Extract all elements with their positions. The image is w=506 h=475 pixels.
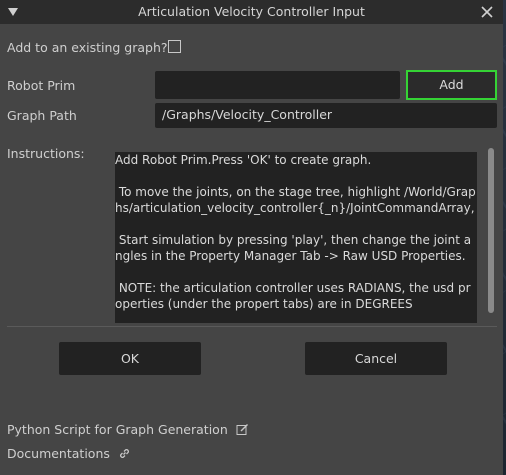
- documentations-label: Documentations: [7, 446, 110, 461]
- robot-prim-input[interactable]: [155, 71, 400, 99]
- link-icon[interactable]: [118, 447, 131, 460]
- graph-path-label: Graph Path: [7, 108, 77, 123]
- title-bar[interactable]: Articulation Velocity Controller Input: [0, 0, 503, 24]
- scrollbar-thumb[interactable]: [488, 148, 494, 313]
- ok-button[interactable]: OK: [59, 342, 201, 375]
- instructions-label: Instructions:: [7, 146, 85, 161]
- add-existing-checkbox[interactable]: [168, 40, 181, 53]
- add-button[interactable]: Add: [406, 70, 497, 100]
- python-script-link[interactable]: Python Script for Graph Generation: [7, 422, 249, 437]
- close-icon[interactable]: [479, 4, 495, 20]
- instructions-text: Add Robot Prim.Press 'OK' to create grap…: [115, 153, 476, 311]
- robot-prim-label: Robot Prim: [7, 78, 76, 93]
- cancel-button[interactable]: Cancel: [305, 342, 447, 375]
- dialog-window: Articulation Velocity Controller Input A…: [0, 0, 503, 475]
- python-script-label: Python Script for Graph Generation: [7, 422, 228, 437]
- instructions-scrollbar[interactable]: [488, 148, 494, 313]
- edit-icon[interactable]: [236, 423, 249, 436]
- divider: [7, 326, 497, 327]
- add-existing-label: Add to an existing graph?: [7, 40, 168, 55]
- window-title: Articulation Velocity Controller Input: [138, 4, 365, 19]
- graph-path-input[interactable]: /Graphs/Velocity_Controller: [155, 103, 497, 128]
- documentations-link[interactable]: Documentations: [7, 446, 131, 461]
- instructions-textarea[interactable]: Add Robot Prim.Press 'OK' to create grap…: [115, 152, 477, 323]
